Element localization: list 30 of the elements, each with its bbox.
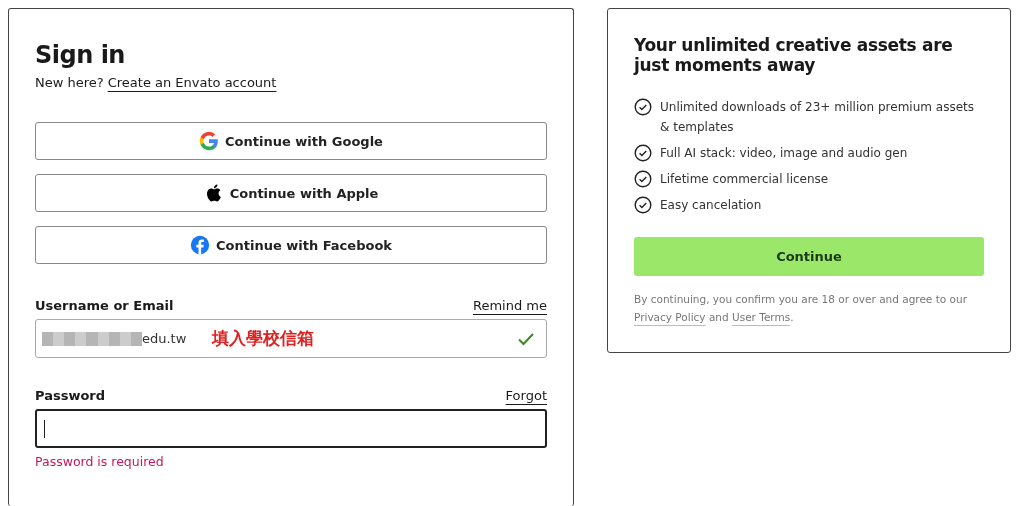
check-circle-icon: [634, 170, 652, 188]
field-label: Username or Email: [35, 298, 174, 313]
benefit-text: Lifetime commercial license: [660, 171, 829, 188]
provider-button[interactable]: Continue with Google: [35, 122, 547, 160]
prompt-text: New here?: [35, 75, 104, 90]
create-account-link[interactable]: Create an Envato account: [107, 75, 277, 90]
promo-title: Your unlimited creative assets are just moments away: [634, 35, 954, 75]
field-link[interactable]: Remind me: [473, 298, 547, 313]
provider-button[interactable]: Continue with Apple: [35, 174, 547, 212]
benefit-text: Unlimited downloads of 23+ million premium assets & templates: [660, 99, 975, 136]
field-value: edu.tw: [142, 331, 187, 346]
text-cursor: [44, 419, 45, 438]
field-label: Password: [35, 388, 106, 403]
input-field[interactable]: [35, 409, 547, 448]
google-icon: [199, 131, 220, 151]
check-circle-icon: [634, 144, 652, 162]
policy-link[interactable]: Privacy Policy: [634, 311, 706, 323]
field-link[interactable]: Forgot: [505, 388, 547, 403]
check-circle-icon: [634, 98, 652, 116]
benefit-text: Easy cancelation: [660, 197, 762, 214]
continue-button[interactable]: Continue: [634, 237, 984, 276]
facebook-icon: [190, 235, 210, 255]
page-title: Sign in: [35, 41, 126, 69]
annotation-text: 填入學校信箱: [212, 327, 315, 350]
provider-button[interactable]: Continue with Facebook: [35, 226, 547, 264]
input-field[interactable]: edu.tw 填入學校信箱: [35, 319, 547, 358]
benefit-text: Full AI stack: video, image and audio gen: [660, 145, 908, 162]
error-message: Password is required: [35, 454, 165, 469]
check-circle-icon: [634, 196, 652, 214]
legal-text: By continuing, you confirm you are 18 or over and agree to our Privacy Policy and User Terms.: [634, 292, 968, 325]
